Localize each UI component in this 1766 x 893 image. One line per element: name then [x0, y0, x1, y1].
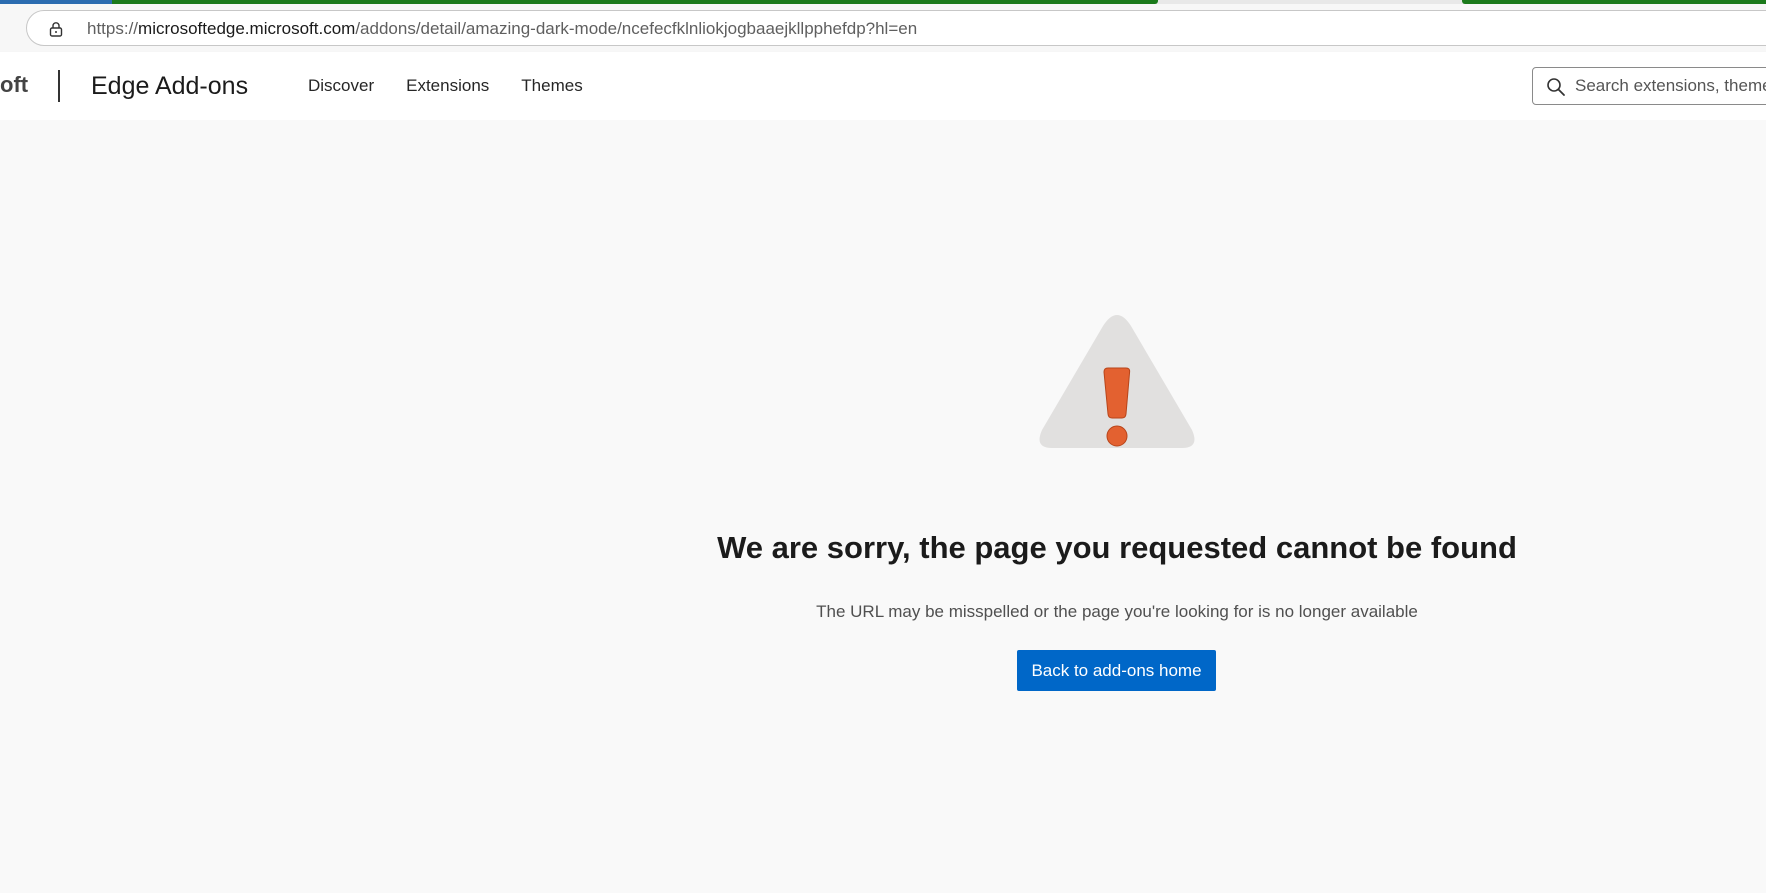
url-text[interactable]: https://microsoftedge.microsoft.com/addo… [87, 19, 917, 39]
url-path: /addons/detail/amazing-dark-mode/ncefecf… [355, 19, 918, 38]
error-subtitle: The URL may be misspelled or the page yo… [816, 602, 1418, 621]
nav-themes[interactable]: Themes [521, 76, 582, 96]
warning-triangle-icon [1036, 310, 1198, 472]
brand-divider [58, 70, 60, 102]
browser-toolbar: https://microsoftedge.microsoft.com/addo… [0, 4, 1766, 52]
search-box[interactable] [1532, 67, 1766, 105]
lock-icon[interactable] [48, 21, 64, 37]
back-to-home-button[interactable]: Back to add-ons home [1017, 650, 1216, 691]
nav-discover[interactable]: Discover [308, 76, 374, 96]
url-scheme: https:// [87, 19, 139, 38]
microsoft-logo-text[interactable]: oft [0, 72, 28, 98]
url-host: microsoftedge.microsoft.com [138, 19, 356, 38]
site-header: oft Edge Add-ons Discover Extensions The… [0, 52, 1766, 121]
main-nav: Discover Extensions Themes [308, 76, 615, 96]
address-bar[interactable]: https://microsoftedge.microsoft.com/addo… [26, 10, 1766, 46]
search-icon[interactable] [1546, 77, 1566, 97]
product-title[interactable]: Edge Add-ons [91, 72, 248, 101]
error-title: We are sorry, the page you requested can… [717, 530, 1517, 565]
error-content: We are sorry, the page you requested can… [0, 120, 1766, 893]
search-input[interactable] [1575, 68, 1766, 104]
nav-extensions[interactable]: Extensions [406, 76, 489, 96]
